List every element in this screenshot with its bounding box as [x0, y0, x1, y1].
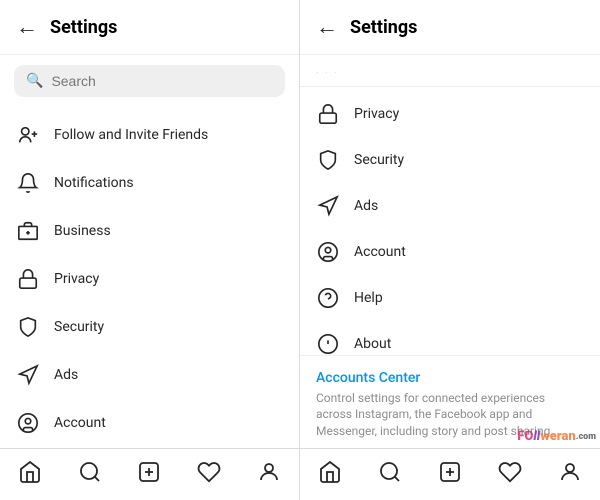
- right-security-icon: [316, 148, 340, 172]
- security-label: Security: [54, 319, 104, 335]
- right-header-title: Settings: [350, 17, 417, 38]
- sidebar-item-business[interactable]: Business: [0, 207, 299, 255]
- search-icon: 🔍: [26, 73, 43, 89]
- right-menu-list: Privacy Security Ads: [300, 87, 600, 355]
- security-icon: [16, 315, 40, 339]
- right-about-label: About: [354, 336, 391, 352]
- search-input[interactable]: [51, 73, 273, 89]
- accounts-center-section: Accounts Center Control settings for con…: [300, 355, 600, 448]
- business-icon: [16, 219, 40, 243]
- right-nav-home[interactable]: [318, 460, 342, 490]
- right-nav-add[interactable]: [438, 460, 462, 490]
- right-sidebar-item-ads[interactable]: Ads: [300, 183, 600, 229]
- right-account-label: Account: [354, 244, 406, 260]
- privacy-label: Privacy: [54, 271, 99, 287]
- right-about-icon: [316, 332, 340, 355]
- right-bottom-nav: [300, 448, 600, 500]
- left-nav-home[interactable]: [18, 460, 42, 490]
- right-privacy-icon: [316, 102, 340, 126]
- left-back-icon[interactable]: ←: [16, 14, 38, 40]
- business-label: Business: [54, 223, 111, 239]
- left-header: ← Settings: [0, 0, 299, 55]
- right-sidebar-item-help[interactable]: Help: [300, 275, 600, 321]
- right-back-icon[interactable]: ←: [316, 14, 338, 40]
- ads-label: Ads: [54, 367, 78, 383]
- right-nav-profile[interactable]: [558, 460, 582, 490]
- sidebar-item-privacy[interactable]: Privacy: [0, 255, 299, 303]
- left-header-title: Settings: [50, 17, 117, 38]
- left-menu-list: Follow and Invite Friends Notifications …: [0, 107, 299, 448]
- right-security-label: Security: [354, 152, 404, 168]
- accounts-center-link[interactable]: Accounts Center: [316, 370, 584, 386]
- right-sidebar-item-account[interactable]: Account: [300, 229, 600, 275]
- left-nav-profile[interactable]: [257, 460, 281, 490]
- right-sidebar-item-security[interactable]: Security: [300, 137, 600, 183]
- left-nav-search[interactable]: [78, 460, 102, 490]
- sidebar-item-follow-invite[interactable]: Follow and Invite Friends: [0, 111, 299, 159]
- right-ads-label: Ads: [354, 198, 378, 214]
- follow-invite-label: Follow and Invite Friends: [54, 127, 208, 143]
- notifications-icon: [16, 171, 40, 195]
- left-bottom-nav: [0, 448, 299, 500]
- left-nav-add[interactable]: [137, 460, 161, 490]
- ads-icon: [16, 363, 40, 387]
- sidebar-item-notifications[interactable]: Notifications: [0, 159, 299, 207]
- right-privacy-label: Privacy: [354, 106, 399, 122]
- right-panel: ← Settings · · · Privacy Security: [300, 0, 600, 500]
- right-nav-search[interactable]: [378, 460, 402, 490]
- follow-invite-icon: [16, 123, 40, 147]
- sidebar-item-account[interactable]: Account: [0, 399, 299, 447]
- notifications-label: Notifications: [54, 175, 134, 191]
- right-help-icon: [316, 286, 340, 310]
- search-bar[interactable]: 🔍: [14, 65, 285, 97]
- right-sidebar-item-about[interactable]: About: [300, 321, 600, 355]
- accounts-center-desc: Control settings for connected experienc…: [316, 390, 584, 440]
- left-nav-heart[interactable]: [197, 460, 221, 490]
- right-nav-heart[interactable]: [498, 460, 522, 490]
- scroll-hint: · · ·: [300, 55, 600, 87]
- right-account-icon: [316, 240, 340, 264]
- scroll-dots: · · ·: [316, 68, 339, 79]
- account-label: Account: [54, 415, 106, 431]
- right-sidebar-item-privacy[interactable]: Privacy: [300, 91, 600, 137]
- sidebar-item-ads[interactable]: Ads: [0, 351, 299, 399]
- right-ads-icon: [316, 194, 340, 218]
- right-header: ← Settings: [300, 0, 600, 55]
- left-panel: ← Settings 🔍 Follow and Invite Friends N…: [0, 0, 300, 500]
- right-help-label: Help: [354, 290, 383, 306]
- privacy-icon: [16, 267, 40, 291]
- account-icon: [16, 411, 40, 435]
- sidebar-item-security[interactable]: Security: [0, 303, 299, 351]
